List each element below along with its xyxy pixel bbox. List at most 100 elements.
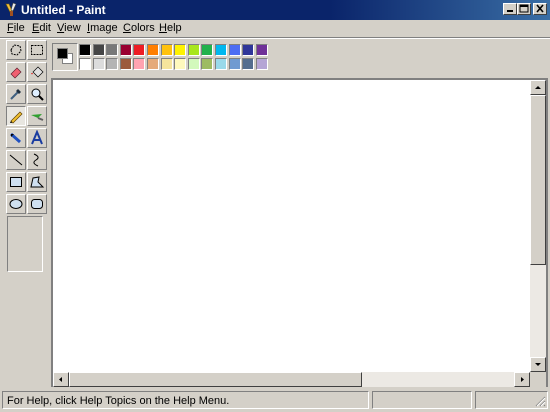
menu-help-rest: elp [166,22,182,34]
paint-app-icon[interactable] [3,2,19,18]
menu-image[interactable]: Image [87,22,118,34]
select-tool[interactable] [27,40,47,60]
color-swatch[interactable] [215,58,227,70]
scroll-left-button[interactable] [53,372,69,387]
ellipse-icon [9,199,23,209]
free-form-select-icon [10,44,22,56]
scroll-up-button[interactable] [530,80,546,95]
scroll-right-button[interactable] [514,372,530,387]
eraser-icon [10,67,22,79]
color-swatch[interactable] [201,58,214,70]
color-swatch[interactable] [187,44,200,56]
ellipse-tool[interactable] [6,194,26,214]
maximize-button[interactable] [517,3,531,15]
airbrush-icon [10,132,21,144]
color-swatch[interactable] [133,58,146,70]
color-swatch[interactable] [160,58,173,70]
vertical-scroll-thumb[interactable] [530,95,546,265]
brush-icon [31,114,44,121]
maximize-icon [519,4,529,13]
pick-color-tool[interactable] [6,84,26,104]
brush-tool[interactable] [27,106,47,126]
color-swatch[interactable] [79,44,91,56]
color-swatch[interactable] [242,58,255,70]
color-swatch[interactable] [133,44,146,56]
color-swatch[interactable] [92,44,105,56]
menu-image-rest: mage [90,22,118,34]
horizontal-scrollbar[interactable] [53,372,530,387]
magnifier-tool[interactable] [27,84,47,104]
menu-file-rest: ile [13,22,25,34]
color-swatch[interactable] [242,44,255,56]
select-icon [31,45,43,55]
color-swatch[interactable] [106,58,119,70]
curve-icon [33,153,39,167]
pencil-tool[interactable] [6,106,26,126]
color-swatch[interactable] [147,58,159,70]
polygon-tool[interactable] [27,172,47,192]
status-help-text: For Help, click Help Topics on the Help … [7,395,230,407]
menu-bar: File Edit View Image Colors Help [0,20,550,38]
color-swatch[interactable] [92,58,105,70]
minimize-button[interactable] [503,3,517,15]
paint-bucket-icon [31,66,44,78]
menu-view-rest: iew [64,22,81,34]
text-icon [31,130,43,145]
line-tool[interactable] [6,150,26,170]
airbrush-tool[interactable] [6,128,26,148]
color-swatch[interactable] [174,58,187,70]
arrow-down-icon [535,363,541,366]
window-title: Untitled - Paint [21,3,106,17]
eyedropper-icon [10,89,21,100]
color-swatch[interactable] [160,44,173,56]
color-swatch[interactable] [255,44,268,56]
color-swatch[interactable] [201,44,214,56]
color-swatch[interactable] [215,44,227,56]
magnifier-icon [31,88,44,101]
arrow-right-icon [521,377,524,382]
menu-file[interactable]: File [7,22,25,34]
status-help-panel: For Help, click Help Topics on the Help … [2,391,369,409]
color-swatch[interactable] [228,44,241,56]
drawing-canvas[interactable] [53,80,530,372]
menu-help[interactable]: Help [159,22,182,34]
menu-edit-rest: dit [39,22,51,34]
polygon-icon [30,176,45,188]
fill-with-color-tool[interactable] [27,62,47,82]
rounded-rectangle-icon [31,199,43,209]
rectangle-tool[interactable] [6,172,26,192]
pencil-icon [10,111,23,124]
color-swatch[interactable] [147,44,159,56]
status-position-panel [372,391,472,409]
horizontal-scroll-thumb[interactable] [69,372,362,387]
color-swatch[interactable] [79,58,91,70]
color-swatch[interactable] [174,44,187,56]
rectangle-icon [10,177,22,187]
color-swatch[interactable] [119,58,132,70]
menu-colors[interactable]: Colors [123,22,155,34]
foreground-color-swatch [57,48,68,59]
scroll-down-button[interactable] [530,357,546,372]
color-swatch[interactable] [106,44,119,56]
menu-edit[interactable]: Edit [32,22,51,34]
color-swatch[interactable] [187,58,200,70]
free-form-select-tool[interactable] [6,40,26,60]
color-swatch[interactable] [255,58,268,70]
rounded-rectangle-tool[interactable] [27,194,47,214]
curve-tool[interactable] [27,150,47,170]
color-swatch[interactable] [228,58,241,70]
text-tool[interactable] [27,128,47,148]
status-size-panel [475,391,548,409]
close-button[interactable] [533,3,547,15]
menu-view[interactable]: View [57,22,81,34]
tool-box [3,38,49,388]
close-icon [536,4,544,13]
title-bar[interactable]: Untitled - Paint [0,0,550,20]
tool-options-box[interactable] [7,216,43,272]
menu-separator [0,37,550,39]
current-colors[interactable] [52,43,78,71]
eraser-tool[interactable] [6,62,26,82]
resize-grip-icon [535,396,546,407]
vertical-scrollbar[interactable] [530,80,546,372]
color-swatch[interactable] [119,44,132,56]
